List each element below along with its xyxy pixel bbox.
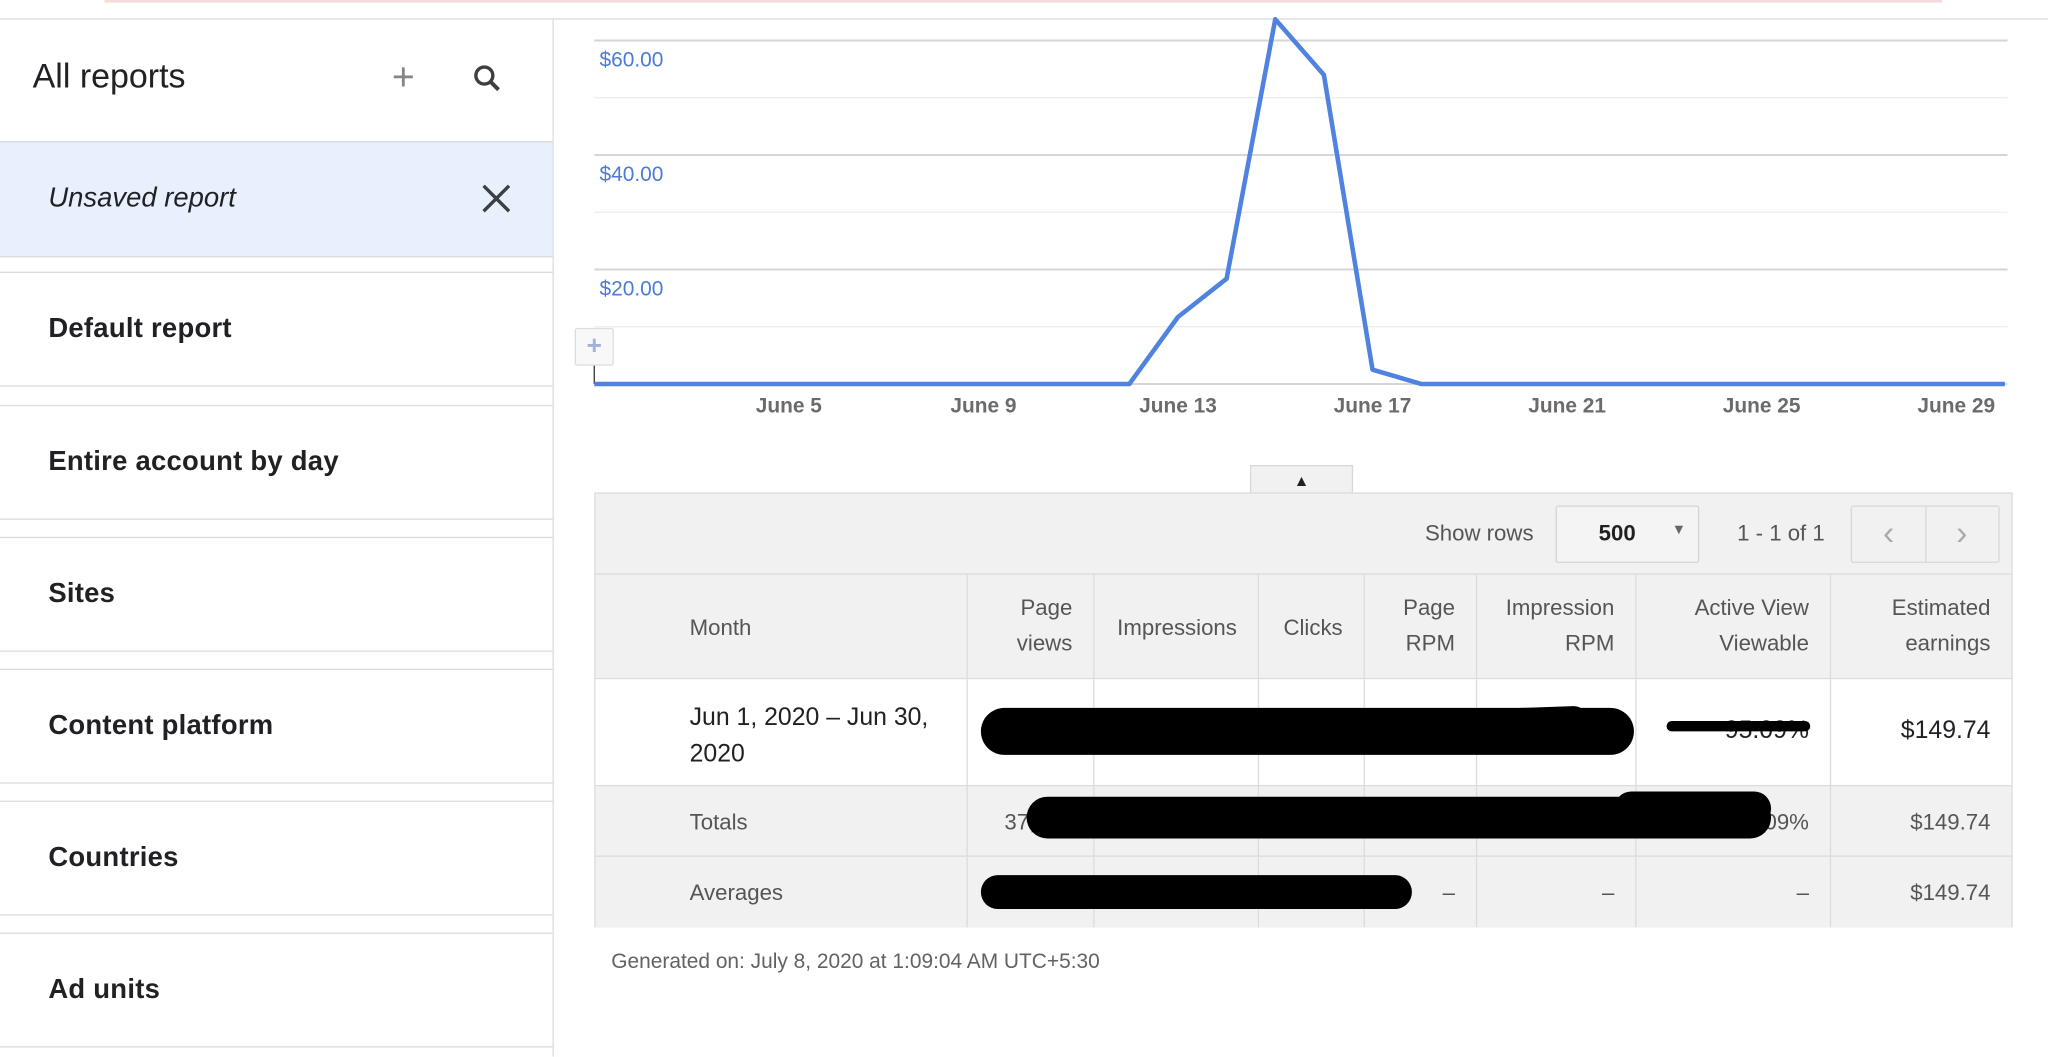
row-label: Totals	[689, 809, 748, 835]
sidebar-item-label: Sites	[48, 578, 116, 609]
column-divider	[966, 679, 968, 787]
report-table: Show rows 500 ▼ 1 - 1 of 1 ‹ › Month Page v…	[594, 492, 2013, 928]
metric-cell: –	[1442, 880, 1455, 906]
column-header-line: Impressions	[1117, 615, 1237, 640]
y-tick-label: $60.00	[599, 49, 663, 72]
y-tick-label: $40.00	[599, 163, 663, 186]
pagination: ‹ ›	[1850, 505, 2000, 563]
x-tick-label: June 25	[1723, 395, 1801, 418]
column-header[interactable]: Page RPM	[1403, 590, 1455, 661]
column-header-line: earnings	[1905, 630, 1991, 656]
column-header[interactable]: Estimated earnings	[1892, 590, 1991, 661]
x-tick-label: June 5	[756, 395, 823, 418]
column-header[interactable]: Impressions	[1117, 610, 1237, 645]
next-page-button[interactable]: ›	[1925, 507, 1998, 562]
column-header[interactable]: Active View Viewable	[1695, 590, 1809, 661]
column-divider	[1635, 679, 1637, 787]
triangle-up-icon: ▲	[1293, 471, 1310, 490]
redaction-scribble	[980, 875, 1412, 910]
column-divider	[1829, 856, 1832, 928]
column-header[interactable]: Month	[690, 610, 752, 645]
metric-cell: –	[1796, 880, 1809, 906]
metric-cell: –	[1601, 880, 1615, 906]
column-header-line: RPM	[1564, 630, 1615, 656]
column-header[interactable]: Impression RPM	[1506, 590, 1615, 661]
column-header-line: Page	[1403, 595, 1455, 621]
column-header-line: Estimated	[1891, 595, 1991, 621]
column-header-line: Viewable	[1719, 630, 1809, 656]
redaction-scribble	[1614, 791, 1772, 826]
column-header-line: Clicks	[1283, 615, 1343, 640]
x-tick-label: June 13	[1139, 395, 1217, 418]
sidebar-item-countries[interactable]: Countries	[0, 800, 553, 916]
sidebar-item-sites[interactable]: Sites	[0, 536, 553, 652]
generated-timestamp: Generated on: July 8, 2020 at 1:09:04 AM…	[611, 950, 1100, 974]
earnings-line-chart: $60.00 $40.00 $20.00 June 5 June 9 June 13 Jun…	[593, 17, 2008, 418]
sidebar-item-content-platform[interactable]: Content platform	[0, 668, 553, 784]
x-tick-label: June 9	[950, 395, 1016, 418]
column-header-line: views	[1016, 630, 1073, 656]
table-row: Jun 1, 2020 – Jun 30,202037,4903,5551,74…	[595, 677, 2012, 787]
rows-per-page-value: 500	[1598, 521, 1636, 546]
x-tick-label: June 21	[1528, 395, 1606, 418]
metric-cell: $149.74	[1910, 880, 1991, 906]
metric-cell: $149.74	[1900, 717, 1991, 745]
column-divider	[1829, 679, 1832, 787]
sidebar-item-ad-units[interactable]: Ad units	[0, 932, 553, 1048]
column-header-line: Month	[689, 615, 752, 640]
column-divider	[1635, 856, 1637, 928]
column-header-line: Page	[1020, 595, 1073, 621]
month-line: Jun 1, 2020 – Jun 30,	[689, 703, 929, 732]
sidebar-item-label: Ad units	[48, 974, 161, 1005]
column-header[interactable]: Clicks	[1283, 610, 1342, 645]
prev-page-button[interactable]: ‹	[1852, 506, 1927, 562]
column-header-line: Impression	[1505, 595, 1615, 621]
show-rows-label: Show rows	[1424, 521, 1534, 546]
rows-per-page-select[interactable]: 500 ▼	[1555, 505, 1700, 563]
adsense-reports-page: All reports + Unsaved report Default rep…	[0, 0, 2048, 1057]
metric-cell: $149.74	[1910, 809, 1991, 835]
column-header-line: RPM	[1405, 630, 1455, 656]
month-cell: Jun 1, 2020 – Jun 30, 2020	[690, 700, 929, 773]
row-label: Averages	[689, 880, 784, 906]
month-line: 2020	[689, 740, 745, 768]
dropdown-arrow-icon: ▼	[1671, 522, 1687, 539]
x-tick-label: June 17	[1334, 395, 1412, 418]
pagination-range: 1 - 1 of 1	[1737, 521, 1825, 546]
totals-row: Totals37,4903,5551,749$3.99$42.1295.09%$…	[595, 784, 2012, 857]
column-header-line: Active View	[1694, 595, 1809, 621]
collapse-chart-toggle[interactable]: ▲	[1249, 464, 1354, 494]
averages-row: Averages37,4903,5551,749–––$149.74	[595, 855, 2012, 928]
column-divider	[1475, 856, 1478, 928]
column-divider	[966, 786, 968, 857]
sidebar-item-label: Countries	[48, 842, 179, 873]
sidebar-item-label: Entire account by day	[48, 446, 339, 477]
column-divider	[966, 856, 968, 928]
sidebar-item-label: Content platform	[48, 710, 274, 741]
column-divider	[1829, 786, 1832, 857]
y-tick-label: $20.00	[599, 278, 663, 301]
earnings-series-line	[594, 17, 2005, 387]
redaction-scribble	[1666, 720, 1811, 732]
x-tick-label: June 29	[1917, 395, 1995, 418]
chart-expand-plus-icon[interactable]: +	[574, 327, 614, 366]
column-header[interactable]: Page views	[1017, 590, 1073, 661]
